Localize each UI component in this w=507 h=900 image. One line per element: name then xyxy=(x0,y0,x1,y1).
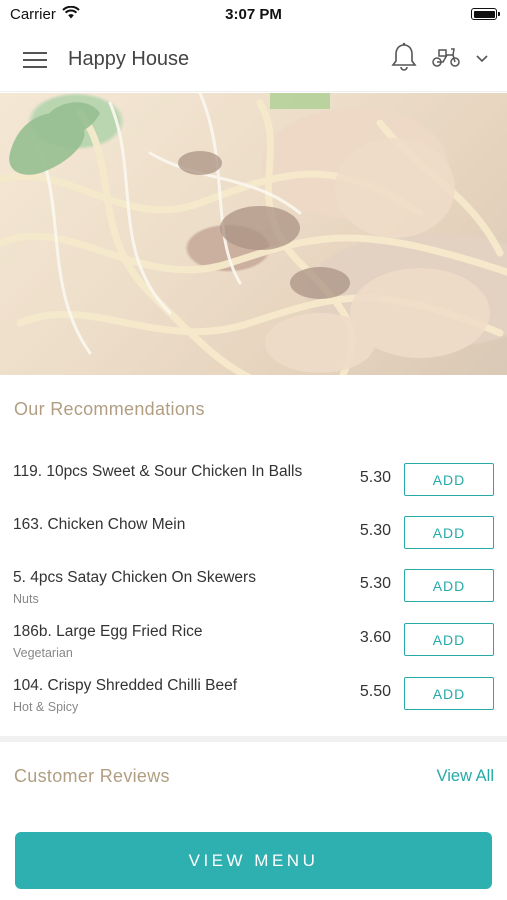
nav-actions xyxy=(391,42,489,77)
list-item: 5. 4pcs Satay Chicken On Skewers Nuts 5.… xyxy=(0,561,507,614)
item-note: Hot & Spicy xyxy=(13,700,79,714)
item-price: 5.30 xyxy=(359,522,391,539)
status-bar: Carrier 3:07 PM xyxy=(0,0,507,28)
hero-food-image xyxy=(0,93,507,375)
item-name: 186b. Large Egg Fried Rice xyxy=(13,623,203,640)
item-price: 5.30 xyxy=(359,469,391,486)
item-price: 5.30 xyxy=(359,575,391,592)
list-item: 104. Crispy Shredded Chilli Beef Hot & S… xyxy=(0,669,507,722)
menu-icon[interactable] xyxy=(18,45,52,75)
list-item: 163. Chicken Chow Mein 5.30 ADD xyxy=(0,508,507,561)
bell-icon[interactable] xyxy=(391,42,417,77)
item-price: 3.60 xyxy=(359,629,391,646)
chevron-down-icon[interactable] xyxy=(475,51,489,69)
status-left: Carrier xyxy=(10,5,80,23)
reviews-title: Customer Reviews xyxy=(14,766,170,786)
add-button[interactable]: ADD xyxy=(404,516,494,549)
item-name: 5. 4pcs Satay Chicken On Skewers xyxy=(13,569,256,586)
add-button[interactable]: ADD xyxy=(404,463,494,496)
item-note: Vegetarian xyxy=(13,646,73,660)
section-divider xyxy=(0,736,507,742)
carrier-label: Carrier xyxy=(10,5,56,23)
item-name: 119. 10pcs Sweet & Sour Chicken In Balls xyxy=(13,463,303,480)
view-all-link[interactable]: View All xyxy=(437,767,494,786)
recommendations-title: Our Recommendations xyxy=(14,399,205,419)
view-menu-button[interactable]: VIEW MENU xyxy=(15,832,492,889)
status-time: 3:07 PM xyxy=(225,5,282,23)
item-name: 163. Chicken Chow Mein xyxy=(13,516,186,533)
add-button[interactable]: ADD xyxy=(404,677,494,710)
item-name: 104. Crispy Shredded Chilli Beef xyxy=(13,677,238,694)
list-item: 119. 10pcs Sweet & Sour Chicken In Balls… xyxy=(0,455,507,508)
scooter-icon[interactable] xyxy=(431,46,461,73)
add-button[interactable]: ADD xyxy=(404,569,494,602)
restaurant-title: Happy House xyxy=(68,48,190,70)
wifi-icon xyxy=(62,5,80,23)
battery-icon xyxy=(471,8,500,20)
item-price: 5.50 xyxy=(359,683,391,700)
list-item: 186b. Large Egg Fried Rice Vegetarian 3.… xyxy=(0,615,507,668)
add-button[interactable]: ADD xyxy=(404,623,494,656)
item-note: Nuts xyxy=(13,592,39,606)
nav-bar: Happy House xyxy=(0,28,507,92)
